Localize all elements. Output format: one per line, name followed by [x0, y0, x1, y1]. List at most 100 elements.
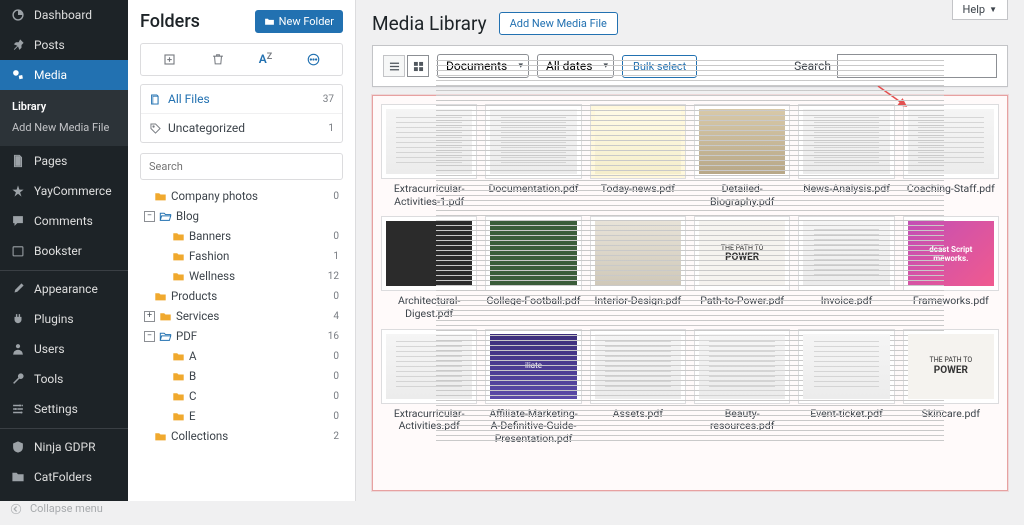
calendar-icon — [10, 243, 26, 259]
add-new-media-button[interactable]: Add New Media File — [499, 12, 618, 35]
folder-icon — [154, 430, 167, 443]
list-view-button[interactable] — [383, 55, 405, 77]
folders-panel: Folders New Folder AZ All Files 37 Uncat… — [128, 0, 356, 501]
folder-a[interactable]: A0 — [140, 346, 343, 366]
folder-plus-icon — [264, 16, 275, 27]
dashboard-icon — [10, 7, 26, 23]
menu-plugins[interactable]: Plugins — [0, 304, 128, 334]
folder-blog[interactable]: −Blog — [140, 206, 343, 226]
folder-icon — [154, 290, 167, 303]
menu-label: YayCommerce — [34, 184, 112, 198]
new-folder-label: New Folder — [279, 15, 334, 28]
folder-e[interactable]: E0 — [140, 406, 343, 426]
shield-icon — [10, 439, 26, 455]
menu-settings[interactable]: Settings — [0, 394, 128, 424]
folder-icon — [172, 350, 185, 363]
new-folder-button[interactable]: New Folder — [255, 10, 343, 33]
collapse-label: Collapse menu — [30, 502, 103, 515]
chevron-down-icon: ▼ — [989, 5, 997, 14]
submenu-library[interactable]: Library — [0, 96, 128, 117]
folder-pdf[interactable]: −PDF16 — [140, 326, 343, 346]
pin-icon — [10, 37, 26, 53]
media-icon — [10, 67, 26, 83]
collapse-toggle[interactable]: − — [144, 211, 155, 222]
submenu-add-new[interactable]: Add New Media File — [0, 117, 128, 138]
folder-collections[interactable]: Collections2 — [140, 426, 343, 446]
main-content: Help▼ Media Library Add New Media File D… — [356, 0, 1024, 501]
folder-icon — [172, 390, 185, 403]
folder-icon — [172, 370, 185, 383]
menu-label: Tools — [34, 372, 63, 386]
folder-c[interactable]: C0 — [140, 386, 343, 406]
upload-icon[interactable] — [162, 52, 177, 67]
menu-label: Settings — [34, 402, 78, 416]
menu-label: Bookster — [34, 244, 82, 258]
folder-icon — [172, 230, 185, 243]
media-tile[interactable]: Event-ticket.pdf — [798, 329, 894, 446]
collapse-toggle[interactable]: − — [144, 331, 155, 342]
menu-yaycommerce[interactable]: YayCommerce — [0, 176, 128, 206]
uncategorized-count: 1 — [328, 123, 334, 134]
menu-label: Media — [34, 68, 67, 82]
menu-dashboard[interactable]: Dashboard — [0, 0, 128, 30]
uncategorized-row[interactable]: Uncategorized 1 — [141, 114, 342, 142]
pages-icon — [10, 153, 26, 169]
menu-tools[interactable]: Tools — [0, 364, 128, 394]
trash-icon[interactable] — [211, 52, 225, 67]
folder-tree: Company photos0 −Blog Banners0 Fashion1 … — [140, 186, 343, 491]
menu-label: Plugins — [34, 312, 74, 326]
folder-icon — [172, 270, 185, 283]
folder-open-icon — [159, 330, 172, 343]
menu-pages[interactable]: Pages — [0, 146, 128, 176]
files-icon — [149, 93, 162, 106]
folder-search-input[interactable] — [140, 153, 343, 180]
folder-icon — [159, 310, 172, 323]
page-title: Media Library — [372, 12, 487, 35]
collapse-menu[interactable]: Collapse menu — [0, 492, 128, 525]
wp-admin-sidebar: Dashboard Posts Media Library Add New Me… — [0, 0, 128, 501]
brush-icon — [10, 281, 26, 297]
menu-label: Posts — [34, 38, 65, 52]
menu-ninja-gdpr[interactable]: Ninja GDPR — [0, 428, 128, 462]
folder-banners[interactable]: Banners0 — [140, 226, 343, 246]
star-icon — [10, 183, 26, 199]
folder-fashion[interactable]: Fashion1 — [140, 246, 343, 266]
grid-view-button[interactable] — [407, 55, 429, 77]
sort-icon[interactable]: AZ — [259, 52, 272, 67]
menu-label: Ninja GDPR — [34, 440, 96, 454]
media-grid-container: Extracurricular-Activities-1.pdfDocument… — [372, 95, 1008, 491]
all-files-row[interactable]: All Files 37 — [141, 85, 342, 114]
menu-appearance[interactable]: Appearance — [0, 270, 128, 304]
menu-users[interactable]: Users — [0, 334, 128, 364]
folder-toolbar: AZ — [140, 43, 343, 76]
folders-title: Folders — [140, 11, 200, 32]
menu-label: Appearance — [34, 282, 98, 296]
sliders-icon — [10, 401, 26, 417]
folder-b[interactable]: B0 — [140, 366, 343, 386]
menu-bookster[interactable]: Bookster — [0, 236, 128, 266]
menu-catfolders[interactable]: CatFolders — [0, 462, 128, 492]
folder-products[interactable]: Products0 — [140, 286, 343, 306]
collapse-icon — [10, 503, 22, 515]
menu-media-submenu: Library Add New Media File — [0, 90, 128, 146]
help-tab[interactable]: Help▼ — [952, 0, 1008, 20]
menu-media[interactable]: Media — [0, 60, 128, 90]
menu-label: Users — [34, 342, 65, 356]
all-files-label: All Files — [168, 92, 210, 106]
menu-posts[interactable]: Posts — [0, 30, 128, 60]
folder-company-photos[interactable]: Company photos0 — [140, 186, 343, 206]
uncategorized-label: Uncategorized — [168, 121, 245, 135]
all-files-count: 37 — [323, 94, 334, 105]
menu-label: Comments — [34, 214, 93, 228]
expand-toggle[interactable]: + — [144, 311, 155, 322]
folder-wellness[interactable]: Wellness12 — [140, 266, 343, 286]
user-icon — [10, 341, 26, 357]
menu-comments[interactable]: Comments — [0, 206, 128, 236]
more-icon[interactable] — [306, 52, 321, 67]
menu-label: Pages — [34, 154, 67, 168]
folder-services[interactable]: +Services4 — [140, 306, 343, 326]
menu-label: Dashboard — [34, 8, 92, 22]
folder-icon — [172, 250, 185, 263]
folder-open-icon — [159, 210, 172, 223]
folder-icon — [154, 190, 167, 203]
